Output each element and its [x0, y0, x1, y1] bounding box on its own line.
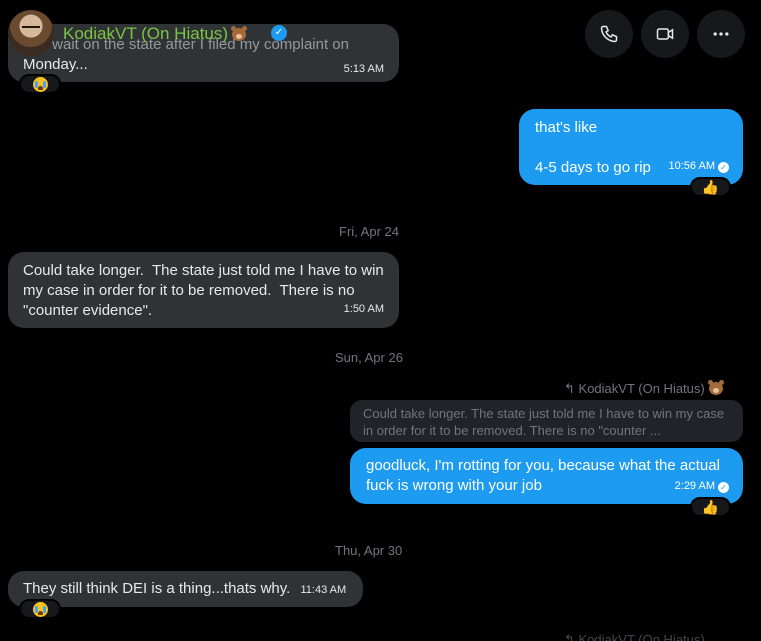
message-time: 10:56 AM: [668, 160, 715, 172]
avatar[interactable]: [8, 10, 54, 56]
message-time: 5:13 AM: [343, 63, 384, 75]
message-time: 2:29 AM: [674, 480, 715, 492]
reply-indicator-partial: ↰ KodiakVT (On Hiatus): [564, 632, 705, 641]
thumbs-up-icon: 👍: [701, 498, 720, 515]
reaction-thumbs-up[interactable]: 👍: [690, 177, 731, 197]
message-text: Could take longer. The state just told m…: [23, 262, 388, 319]
crying-face-icon: [32, 76, 48, 92]
read-check-icon: ✓: [718, 482, 729, 493]
message-bubble-outgoing[interactable]: that's like 4-5 days to go rip 10:56 AM ✓: [519, 109, 743, 185]
call-button[interactable]: [585, 10, 633, 58]
message-text-line2: Monday...: [23, 56, 88, 73]
bear-face-icon: [707, 380, 724, 395]
video-call-icon: [656, 28, 674, 40]
reply-arrow-icon: ↰: [564, 632, 575, 641]
phone-icon: [600, 25, 618, 43]
message-text: They still think DEI is a thing...thats …: [23, 580, 291, 597]
contact-name[interactable]: KodiakVT (On Hiatus): [63, 24, 248, 44]
reaction-crying-face[interactable]: [19, 599, 61, 619]
read-check-icon: ✓: [718, 162, 729, 173]
reaction-crying-face[interactable]: [19, 74, 61, 94]
message-time: 11:43 AM: [300, 584, 347, 596]
bear-face-icon: [231, 26, 248, 41]
more-options-button[interactable]: [697, 10, 745, 58]
message-bubble-incoming[interactable]: They still think DEI is a thing...thats …: [8, 571, 363, 607]
message-bubble-incoming[interactable]: Could take longer. The state just told m…: [8, 252, 399, 328]
verified-badge-icon: ✓: [271, 25, 287, 41]
message-time: 1:50 AM: [343, 303, 384, 315]
reaction-thumbs-up[interactable]: 👍: [690, 497, 731, 517]
thumbs-up-icon: 👍: [701, 178, 720, 195]
date-separator: Sun, Apr 26: [335, 350, 403, 365]
crying-face-icon: [32, 601, 48, 617]
video-call-button[interactable]: [641, 10, 689, 58]
quoted-message[interactable]: Could take longer. The state just told m…: [350, 400, 743, 442]
date-separator: Thu, Apr 30: [335, 543, 403, 558]
conversation-header: KodiakVT (On Hiatus) ✓: [0, 0, 761, 58]
reply-arrow-icon: ↰: [564, 381, 575, 396]
date-separator: Fri, Apr 24: [339, 224, 399, 239]
more-options-icon: [713, 32, 729, 36]
reply-indicator: ↰ KodiakVT (On Hiatus): [564, 380, 724, 397]
message-text: that's like 4-5 days to go rip: [535, 119, 651, 176]
message-bubble-outgoing[interactable]: goodluck, I'm rotting for you, because w…: [350, 448, 743, 504]
